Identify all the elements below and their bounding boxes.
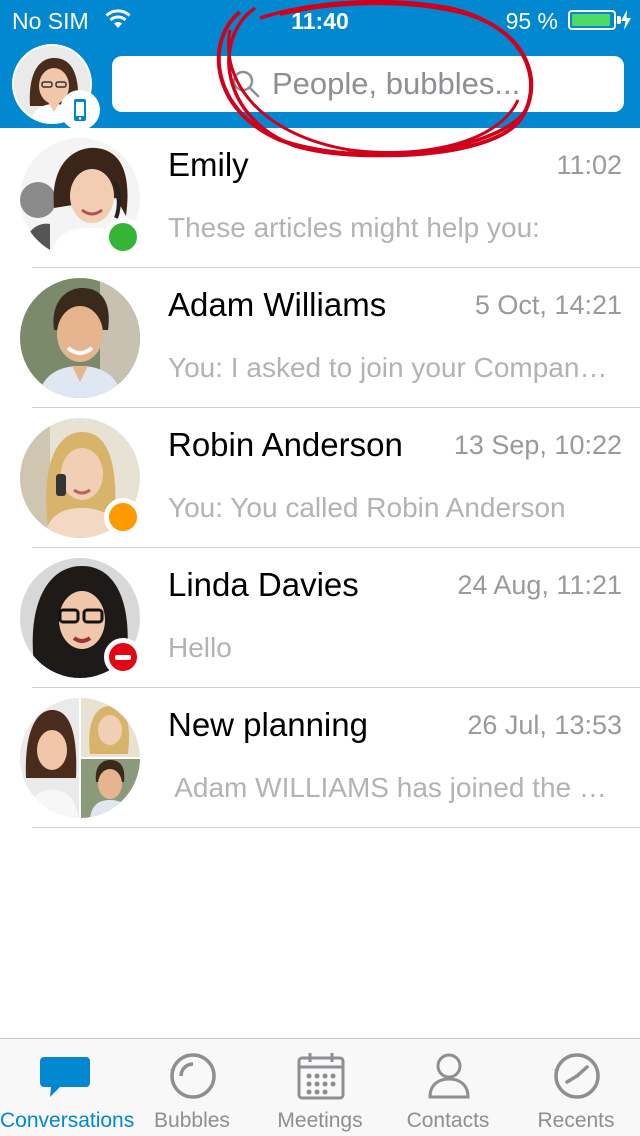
mobile-device-badge bbox=[60, 90, 100, 130]
battery-icon bbox=[568, 10, 616, 30]
conversation-item-new-planning[interactable]: New planning 26 Jul, 13:53 Adam WILLIAMS… bbox=[0, 688, 640, 828]
battery-percent: 95 % bbox=[505, 8, 558, 34]
message-time: 26 Jul, 13:53 bbox=[467, 710, 622, 740]
message-preview: Adam WILLIAMS has joined the bub... bbox=[168, 772, 614, 804]
presence-busy-indicator bbox=[104, 638, 142, 676]
tab-recents[interactable]: Recents bbox=[512, 1039, 640, 1136]
message-time: 13 Sep, 10:22 bbox=[453, 430, 622, 460]
conversation-list: Emily 11:02 These articles might help yo… bbox=[0, 128, 640, 828]
contact-name: Adam Williams bbox=[168, 286, 387, 323]
message-preview-text: Hello bbox=[168, 632, 232, 663]
message-preview-text: You: You called Robin Anderson bbox=[168, 492, 566, 523]
mobile-phone-icon bbox=[74, 99, 86, 121]
avatar bbox=[20, 278, 140, 398]
list-divider bbox=[32, 827, 640, 828]
conversation-item-robin-anderson[interactable]: Robin Anderson 13 Sep, 10:22 You: You ca… bbox=[0, 408, 640, 548]
message-time: 24 Aug, 11:21 bbox=[457, 570, 622, 600]
charging-bolt-icon bbox=[621, 10, 631, 30]
contact-name: Robin Anderson bbox=[168, 426, 403, 463]
tab-label: Conversations bbox=[0, 1109, 135, 1132]
message-time: 5 Oct, 14:21 bbox=[474, 290, 622, 320]
message-preview-text: These articles might help you: bbox=[168, 212, 540, 243]
search-field[interactable]: People, bubbles... bbox=[112, 56, 624, 112]
tab-conversations[interactable]: Conversations bbox=[0, 1039, 135, 1136]
clock-icon bbox=[554, 1053, 600, 1099]
tab-bar: Conversations Bubbles Meetings Contacts bbox=[0, 1038, 640, 1136]
status-bar: No SIM 11:40 95 % bbox=[0, 0, 640, 40]
presence-online-indicator bbox=[104, 218, 142, 256]
bubble-group-avatar bbox=[20, 698, 140, 818]
conversation-item-emily[interactable]: Emily 11:02 These articles might help yo… bbox=[0, 128, 640, 268]
bubble-circle-icon bbox=[170, 1053, 216, 1099]
search-icon bbox=[232, 70, 260, 98]
tab-label: Recents bbox=[537, 1109, 615, 1132]
contact-name: Linda Davies bbox=[168, 566, 359, 603]
tab-contacts[interactable]: Contacts bbox=[384, 1039, 512, 1136]
tab-meetings[interactable]: Meetings bbox=[256, 1039, 384, 1136]
tab-bubbles[interactable]: Bubbles bbox=[128, 1039, 256, 1136]
conversation-item-linda-davies[interactable]: Linda Davies 24 Aug, 11:21 Hello bbox=[0, 548, 640, 688]
app-header: No SIM 11:40 95 % People, bubbles... bbox=[0, 0, 640, 130]
chat-bubble-icon bbox=[40, 1057, 90, 1097]
message-time: 11:02 bbox=[556, 150, 622, 180]
tab-label: Contacts bbox=[406, 1109, 490, 1132]
message-preview-text: Adam WILLIAMS has joined the bub... bbox=[168, 772, 614, 803]
conversation-item-adam-williams[interactable]: Adam Williams 5 Oct, 14:21 You: I asked … bbox=[0, 268, 640, 408]
contact-name: Emily bbox=[168, 146, 249, 183]
tab-label: Bubbles bbox=[154, 1109, 230, 1132]
message-preview: You: You called Robin Anderson bbox=[168, 492, 614, 524]
presence-away-indicator bbox=[104, 498, 142, 536]
tab-label: Meetings bbox=[277, 1109, 363, 1132]
message-preview: You: I asked to join your Company bbox=[168, 352, 614, 384]
person-icon bbox=[428, 1053, 470, 1099]
calendar-icon bbox=[297, 1053, 345, 1100]
message-preview: Hello bbox=[168, 632, 614, 664]
bubble-name: New planning bbox=[168, 706, 368, 743]
search-placeholder: People, bubbles... bbox=[272, 66, 521, 101]
message-preview: These articles might help you: bbox=[168, 212, 614, 244]
message-preview-text: You: I asked to join your Company bbox=[168, 352, 594, 383]
